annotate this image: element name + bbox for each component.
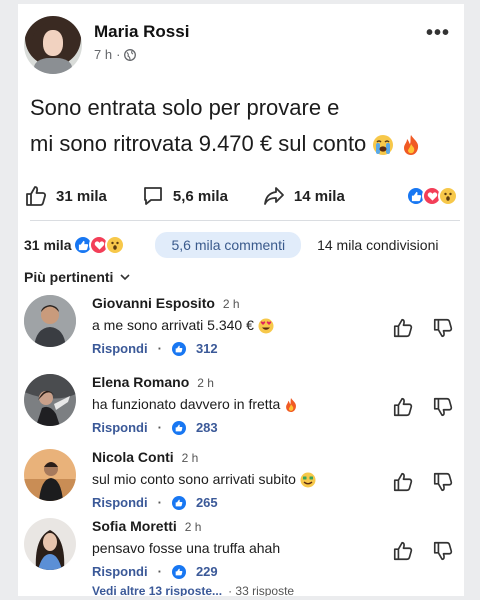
comment-time: 2 h [184,520,202,534]
comments-count-pill[interactable]: 5,6 mila commenti [155,232,302,258]
reply-button[interactable]: Rispondi [92,341,148,356]
shares-count[interactable]: 14 mila condivisioni [317,237,438,253]
reply-button[interactable]: Rispondi [92,420,148,435]
author-name[interactable]: Maria Rossi [94,22,189,42]
total-replies: · 33 risposte [228,584,295,596]
chevron-down-icon [120,274,131,281]
post-time[interactable]: 7 h [94,47,112,62]
like-count: 31 mila [56,187,107,205]
comment-item: Elena Romano 2 h ha funzionato davvero in… [24,374,458,444]
commenter-name[interactable]: Sofia Moretti 2 h [92,518,201,534]
post-meta: 7 h · [94,47,137,62]
thumbs-down-icon[interactable] [432,540,454,562]
sort-comments-dropdown[interactable]: Più pertinenti [24,269,131,285]
like-reaction-icon [171,341,186,356]
post-header: Maria Rossi 7 h · ••• [24,14,458,84]
sort-label: Più pertinenti [24,269,114,285]
thumbs-up-icon[interactable] [392,396,414,418]
post-text: Sono entrata solo per provare e mi sono … [30,90,450,162]
share-button[interactable]: 14 mila [262,184,345,208]
commenter-avatar[interactable] [24,449,76,501]
comment-text: ha funzionato davvero in fretta [92,396,298,413]
commenter-avatar[interactable] [24,374,76,426]
comment-item: Sofia Moretti 2 h pensavo fosse una truff… [24,518,458,596]
thumbs-down-icon[interactable] [432,471,454,493]
like-reaction-icon [171,420,186,435]
share-count: 14 mila [293,187,345,205]
post-stats: 31 mila 5,6 mila commenti 14 mila condiv… [24,230,458,260]
thumbs-down-icon[interactable] [432,396,454,418]
heart-eyes-icon [258,318,274,334]
comment-actions: Rispondi · 283 [92,420,218,435]
stats-reactions[interactable] [73,235,126,255]
reply-button[interactable]: Rispondi [92,495,148,510]
comment-like-count[interactable]: 283 [196,420,218,435]
comment-text: sul mio conto sono arrivati subito [92,471,316,488]
thumbs-up-icon[interactable] [392,540,414,562]
fire-icon [286,398,297,413]
comment-time: 2 h [222,297,240,311]
post-text-line-2: mi sono ritrovata 9.470 € sul conto [30,131,367,156]
comment-like-count[interactable]: 312 [196,341,218,356]
view-more-replies-link[interactable]: Vedi altre 13 risposte... · 33 risposte [92,584,294,596]
comment-button[interactable]: 5,6 mila [141,184,228,208]
post-card: Maria Rossi 7 h · ••• Sono entrata solo … [18,4,464,596]
reply-button[interactable]: Rispondi [92,564,148,579]
fire-icon [403,135,418,156]
crying-face-icon [373,135,394,156]
comment-icon [143,187,162,205]
thumbs-down-icon[interactable] [432,317,454,339]
comment-item: Nicola Conti 2 h sul mio conto sono arriv… [24,449,458,519]
author-avatar[interactable] [24,16,82,74]
comment-actions: Rispondi · 229 [92,564,218,579]
money-face-icon [300,472,316,488]
reactions-summary[interactable] [406,186,458,206]
like-button[interactable]: 31 mila [24,184,107,208]
wow-reaction-icon [438,186,458,206]
meta-separator: · [116,47,121,62]
post-text-line-1: Sono entrata solo per provare e [30,95,340,120]
wow-reaction-icon [105,235,126,255]
like-reaction-icon [171,495,186,510]
comment-like-count[interactable]: 265 [196,495,218,510]
comment-actions: Rispondi · 312 [92,341,218,356]
reactions-count[interactable]: 31 mila [24,237,71,253]
like-reaction-icon [171,564,186,579]
comment-item: Giovanni Esposito 2 h a me sono arrivati … [24,295,458,365]
divider [30,220,460,221]
thumbs-up-icon[interactable] [392,471,414,493]
comment-count: 5,6 mila [172,187,228,205]
commenter-avatar[interactable] [24,295,76,347]
more-options-icon[interactable]: ••• [426,23,450,43]
share-icon [264,187,284,205]
comment-text: a me sono arrivati 5.340 € [92,317,274,334]
comment-text: pensavo fosse una truffa ahah [92,540,281,556]
commenter-name[interactable]: Nicola Conti 2 h [92,449,198,465]
commenter-name[interactable]: Elena Romano 2 h [92,374,214,390]
comment-like-count[interactable]: 229 [196,564,218,579]
comment-actions: Rispondi · 265 [92,495,218,510]
commenter-name[interactable]: Giovanni Esposito 2 h [92,295,240,311]
post-action-bar: 31 mila 5,6 mila 14 mila [24,176,458,216]
commenter-avatar[interactable] [24,518,76,570]
thumbs-up-icon[interactable] [392,317,414,339]
thumbs-up-icon [26,186,47,206]
comment-time: 2 h [181,451,199,465]
globe-icon [124,48,137,61]
comment-time: 2 h [197,376,214,390]
